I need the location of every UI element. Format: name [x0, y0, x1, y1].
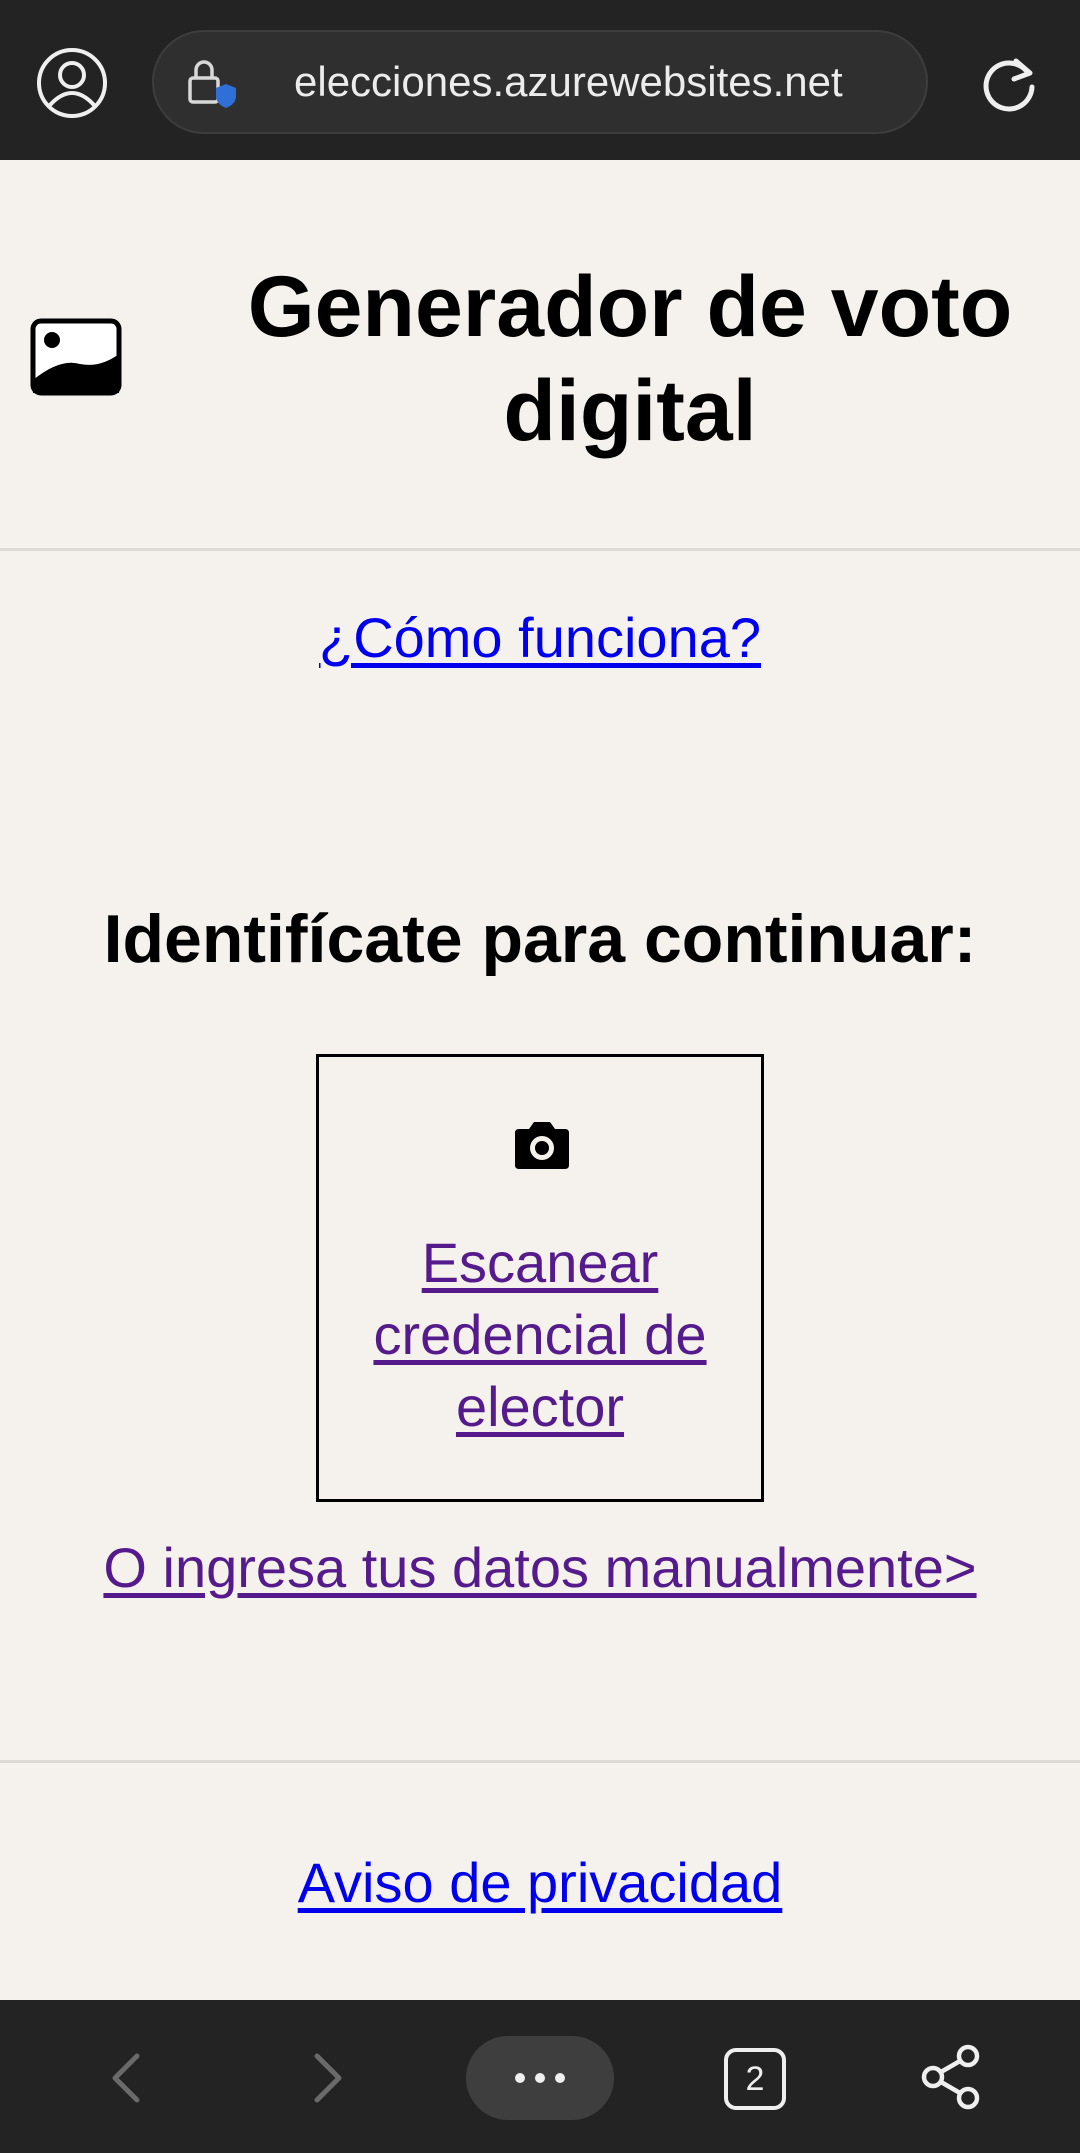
web-page: Generador de voto digital ¿Cómo funciona… [0, 160, 1080, 2000]
tabs-count-button[interactable]: 2 [724, 2048, 786, 2110]
identify-heading: Identifícate para continuar: [103, 901, 977, 977]
browser-bottom-bar: 2 [0, 2000, 1080, 2153]
footer-divider [0, 1760, 1080, 1763]
more-dots-icon [515, 2073, 565, 2083]
privacy-notice-link[interactable]: Aviso de privacidad [298, 1851, 783, 1914]
image-placeholder-icon [30, 318, 122, 396]
forward-arrow-icon[interactable] [305, 2048, 349, 2108]
how-it-works-link-row: ¿Cómo funciona? [0, 605, 1080, 670]
how-it-works-link[interactable]: ¿Cómo funciona? [319, 606, 761, 669]
camera-icon[interactable] [511, 1119, 573, 1171]
profile-icon[interactable] [36, 47, 108, 119]
manual-entry-link[interactable]: O ingresa tus datos manualmente> [103, 1536, 976, 1599]
url-text[interactable]: elecciones.azurewebsites.net [154, 32, 926, 132]
browser-top-bar: elecciones.azurewebsites.net [0, 0, 1080, 160]
address-bar[interactable]: elecciones.azurewebsites.net [152, 30, 928, 134]
page-title: Generador de voto digital [247, 259, 1013, 459]
scan-credential-link[interactable]: Escanear credencial de elector [373, 1231, 706, 1438]
more-menu-button[interactable] [466, 2036, 614, 2120]
back-arrow-icon[interactable] [105, 2048, 149, 2108]
scan-credential-card[interactable]: Escanear credencial de elector [316, 1054, 764, 1502]
manual-entry-link-row: O ingresa tus datos manualmente> [0, 1535, 1080, 1600]
page-header: Generador de voto digital [0, 160, 1080, 551]
reload-icon[interactable] [978, 53, 1040, 115]
privacy-link-row: Aviso de privacidad [0, 1850, 1080, 1915]
share-icon[interactable] [920, 2044, 982, 2110]
